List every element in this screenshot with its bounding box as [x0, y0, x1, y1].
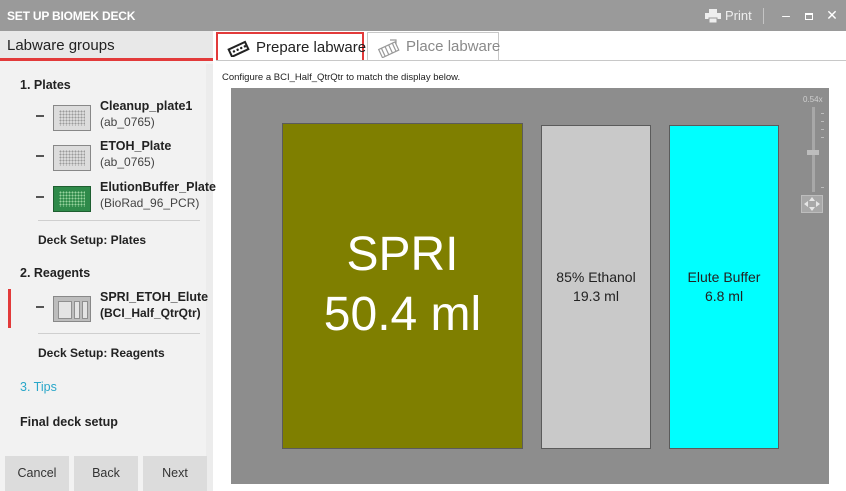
section-final-deck[interactable]: Final deck setup	[20, 415, 118, 429]
close-button[interactable]: ✕	[822, 5, 842, 25]
labware-item-spri-reservoir[interactable]: SPRI_ETOH_Elute (BCI_Half_QtrQtr)	[36, 290, 208, 326]
zoom-level: 0.54x	[803, 95, 823, 104]
divider	[38, 333, 200, 334]
reagent-name: 85% Ethanol	[556, 269, 636, 285]
labware-display: SPRI 50.4 ml 85% Ethanol 19.3 ml Elute B…	[231, 88, 829, 484]
prepare-labware-icon	[227, 40, 250, 57]
labware-name: ETOH_Plate	[100, 139, 172, 153]
sidebar-title: Labware groups	[7, 37, 115, 54]
labware-type: (ab_0765)	[100, 155, 155, 169]
next-button[interactable]: Next	[143, 456, 207, 491]
zoom-tick	[821, 121, 824, 122]
tree-dash	[36, 196, 44, 198]
print-label: Print	[725, 8, 752, 23]
tab-underline	[216, 60, 846, 61]
tab-prepare-labware[interactable]: Prepare labware	[216, 32, 367, 61]
pan-arrows-icon	[804, 197, 820, 211]
reagent-volume: 50.4 ml	[323, 288, 482, 341]
reagent-name: Elute Buffer	[687, 269, 761, 285]
instruction-text: Configure a BCI_Half_QtrQtr to match the…	[222, 72, 461, 83]
pan-button[interactable]	[801, 195, 823, 213]
section-plates[interactable]: 1. Plates	[20, 78, 71, 92]
tab-label: Place labware	[406, 38, 501, 55]
reagent-name: SPRI	[346, 228, 459, 281]
labware-name: SPRI_ETOH_Elute	[100, 290, 209, 304]
reservoir-icon	[53, 296, 91, 322]
title-bar: SET UP BIOMEK DECK Print – ✕	[0, 0, 846, 31]
biomek-setup-window: SET UP BIOMEK DECK Print – ✕ Labware gro…	[0, 0, 846, 491]
window-title: SET UP BIOMEK DECK	[7, 9, 136, 23]
selection-marker	[8, 289, 11, 328]
maximize-button[interactable]	[799, 5, 819, 25]
maximize-icon	[805, 13, 813, 20]
minimize-icon: –	[782, 7, 790, 23]
pcr-plate-icon	[53, 186, 91, 212]
sidebar: Labware groups 1. Plates Cleanup_plate1 …	[0, 31, 216, 491]
labware-item-elution-plate[interactable]: ElutionBuffer_Plate (BioRad_96_PCR)	[36, 180, 216, 216]
back-button[interactable]: Back	[74, 456, 138, 491]
place-labware-icon	[377, 39, 400, 58]
reagent-volume: 19.3 ml	[573, 288, 619, 304]
reservoir-well-elute: Elute Buffer 6.8 ml	[669, 125, 779, 449]
deck-setup-reagents[interactable]: Deck Setup: Reagents	[38, 346, 165, 360]
labware-name: Cleanup_plate1	[100, 99, 193, 113]
deck-setup-plates[interactable]: Deck Setup: Plates	[38, 233, 146, 247]
labware-type: (BCI_Half_QtrQtr)	[100, 306, 201, 320]
sidebar-button-bar: Cancel Back Next	[0, 456, 213, 491]
zoom-tick	[821, 187, 824, 188]
tree-dash	[36, 306, 44, 308]
divider	[38, 220, 200, 221]
reservoir-well-ethanol: 85% Ethanol 19.3 ml	[541, 125, 651, 449]
close-icon: ✕	[826, 7, 838, 23]
sidebar-header: Labware groups	[0, 31, 213, 61]
minimize-button[interactable]: –	[776, 5, 796, 25]
print-button[interactable]: Print	[705, 8, 752, 23]
labware-item-cleanup-plate[interactable]: Cleanup_plate1 (ab_0765)	[36, 99, 208, 135]
tree-dash	[36, 115, 44, 117]
cancel-button[interactable]: Cancel	[5, 456, 69, 491]
plate-icon	[53, 105, 91, 131]
section-reagents[interactable]: 2. Reagents	[20, 266, 90, 280]
plate-icon	[53, 145, 91, 171]
labware-item-etoh-plate[interactable]: ETOH_Plate (ab_0765)	[36, 139, 208, 175]
zoom-slider-knob[interactable]	[807, 150, 819, 155]
section-tips[interactable]: 3. Tips	[20, 380, 57, 394]
zoom-tick	[821, 113, 824, 114]
zoom-tick	[821, 137, 824, 138]
tree-dash	[36, 155, 44, 157]
labware-type: (BioRad_96_PCR)	[100, 196, 200, 210]
printer-icon	[705, 8, 721, 23]
reservoir-well-spri: SPRI 50.4 ml	[282, 123, 523, 449]
reagent-volume: 6.8 ml	[704, 288, 744, 304]
tab-label: Prepare labware	[256, 39, 367, 56]
tab-place-labware[interactable]: Place labware	[367, 32, 501, 61]
labware-name: ElutionBuffer_Plate	[100, 180, 216, 194]
zoom-tick	[821, 129, 824, 130]
titlebar-separator	[763, 8, 764, 24]
zoom-control: 0.54x	[799, 95, 829, 215]
labware-type: (ab_0765)	[100, 115, 155, 129]
